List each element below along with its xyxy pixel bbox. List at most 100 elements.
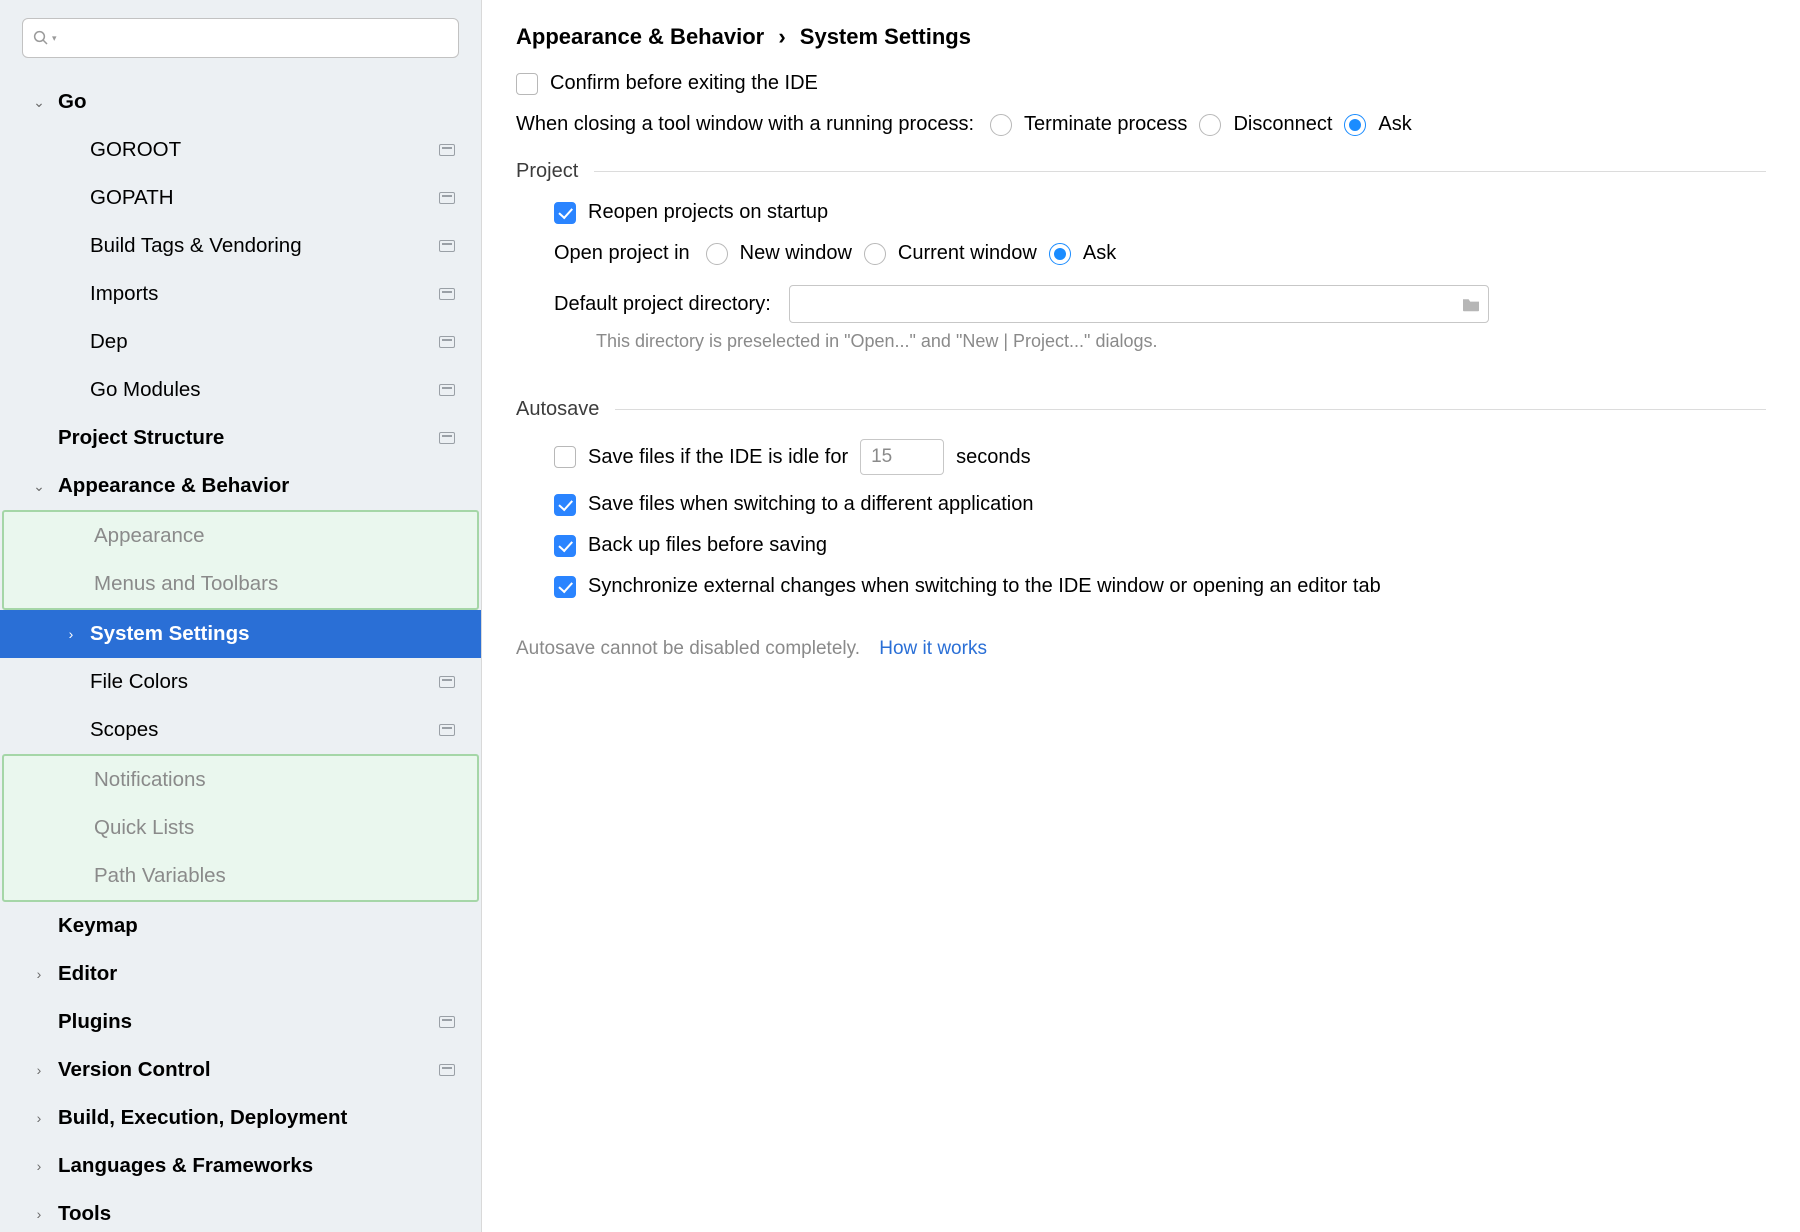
chevron-right-icon: › (30, 1207, 48, 1221)
current-window-radio[interactable] (864, 243, 886, 265)
breadcrumb-part: Appearance & Behavior (516, 24, 764, 49)
default-dir-label: Default project directory: (554, 293, 771, 316)
tree-label: Build, Execution, Deployment (58, 1108, 347, 1129)
idle-seconds-input[interactable] (860, 439, 944, 475)
sync-checkbox[interactable] (554, 576, 576, 598)
project-level-badge-icon (439, 240, 455, 252)
tree-label: File Colors (90, 672, 188, 693)
project-level-badge-icon (439, 724, 455, 736)
disconnect-label: Disconnect (1233, 113, 1332, 136)
switch-app-checkbox[interactable] (554, 494, 576, 516)
tree-node-dep[interactable]: Dep (0, 318, 481, 366)
default-dir-input[interactable] (789, 285, 1489, 323)
tree-node-build-tags[interactable]: Build Tags & Vendoring (0, 222, 481, 270)
tree-node-project-structure[interactable]: Project Structure (0, 414, 481, 462)
project-level-badge-icon (439, 1064, 455, 1076)
reopen-checkbox[interactable] (554, 202, 576, 224)
search-input[interactable] (22, 18, 459, 58)
tree-label: Version Control (58, 1060, 211, 1081)
tree-node-go[interactable]: ⌄ Go (0, 78, 481, 126)
project-section-header: Project (516, 160, 1766, 183)
tree-label: Path Variables (94, 866, 226, 887)
tree-node-editor[interactable]: › Editor (0, 950, 481, 998)
breadcrumb-part: System Settings (800, 24, 971, 49)
tree-label: Menus and Toolbars (94, 574, 278, 595)
breadcrumb-separator: › (778, 24, 785, 49)
tree-label: Dep (90, 332, 128, 353)
project-level-badge-icon (439, 1016, 455, 1028)
ask-close-radio[interactable] (1344, 114, 1366, 136)
tree-node-keymap[interactable]: Keymap (0, 902, 481, 950)
section-title: Autosave (516, 398, 599, 421)
tree-node-goroot[interactable]: GOROOT (0, 126, 481, 174)
how-it-works-link[interactable]: How it works (879, 638, 987, 659)
new-window-radio[interactable] (706, 243, 728, 265)
idle-save-post: seconds (956, 446, 1031, 469)
tree-node-file-colors[interactable]: File Colors (0, 658, 481, 706)
tree-label: Imports (90, 284, 158, 305)
tree-node-appearance-behavior[interactable]: ⌄ Appearance & Behavior (0, 462, 481, 510)
tree-node-plugins[interactable]: Plugins (0, 998, 481, 1046)
tree-node-imports[interactable]: Imports (0, 270, 481, 318)
tree-node-tools[interactable]: › Tools (0, 1190, 481, 1224)
reopen-label: Reopen projects on startup (588, 201, 828, 224)
settings-tree: ⌄ Go GOROOT GOPATH Build Tags & Vendorin… (0, 64, 481, 1224)
chevron-right-icon: › (62, 627, 80, 641)
tree-node-quick-lists[interactable]: Quick Lists (4, 804, 477, 852)
tree-label: Go (58, 92, 86, 113)
tree-node-go-modules[interactable]: Go Modules (0, 366, 481, 414)
sync-label: Synchronize external changes when switch… (588, 575, 1381, 598)
idle-save-checkbox[interactable] (554, 446, 576, 468)
tree-label: Project Structure (58, 428, 224, 449)
ask-open-radio[interactable] (1049, 243, 1071, 265)
tree-label: System Settings (90, 624, 250, 645)
terminate-label: Terminate process (1024, 113, 1187, 136)
default-dir-hint: This directory is preselected in "Open..… (596, 331, 1766, 352)
section-title: Project (516, 160, 578, 183)
confirm-exit-checkbox[interactable] (516, 73, 538, 95)
project-level-badge-icon (439, 144, 455, 156)
disconnect-radio[interactable] (1199, 114, 1221, 136)
search-icon[interactable]: ▾ (32, 29, 57, 47)
project-level-badge-icon (439, 384, 455, 396)
tree-node-appearance[interactable]: Appearance (4, 512, 477, 560)
search-box: ▾ (22, 18, 459, 58)
breadcrumb: Appearance & Behavior › System Settings (516, 24, 1766, 50)
tree-node-system-settings[interactable]: › System Settings (0, 610, 481, 658)
tree-node-lang-fw[interactable]: › Languages & Frameworks (0, 1142, 481, 1190)
tree-node-gopath[interactable]: GOPATH (0, 174, 481, 222)
folder-icon[interactable] (1461, 296, 1481, 312)
autosave-note: Autosave cannot be disabled completely. (516, 638, 860, 659)
closing-tool-label: When closing a tool window with a runnin… (516, 113, 974, 136)
tree-node-menus-toolbars[interactable]: Menus and Toolbars (4, 560, 477, 608)
tree-node-build-exec[interactable]: › Build, Execution, Deployment (0, 1094, 481, 1142)
tree-node-scopes[interactable]: Scopes (0, 706, 481, 754)
tree-label: Notifications (94, 770, 206, 791)
tree-label: Languages & Frameworks (58, 1156, 313, 1177)
tree-node-version-control[interactable]: › Version Control (0, 1046, 481, 1094)
tree-label: Appearance & Behavior (58, 476, 289, 497)
idle-save-pre: Save files if the IDE is idle for (588, 446, 848, 469)
open-project-in-label: Open project in (554, 242, 690, 265)
autosave-section-header: Autosave (516, 398, 1766, 421)
tree-label: Tools (58, 1204, 111, 1224)
tree-label: GOPATH (90, 188, 174, 209)
current-window-label: Current window (898, 242, 1037, 265)
ask-close-label: Ask (1378, 113, 1411, 136)
tree-label: Keymap (58, 916, 138, 937)
tree-label: Build Tags & Vendoring (90, 236, 302, 257)
section-divider (615, 409, 1766, 410)
confirm-exit-label: Confirm before exiting the IDE (550, 72, 818, 95)
sidebar: ▾ ⌄ Go GOROOT GOPATH Build Tags & Vendor… (0, 0, 482, 1232)
chevron-right-icon: › (30, 967, 48, 981)
tree-node-path-variables[interactable]: Path Variables (4, 852, 477, 900)
backup-checkbox[interactable] (554, 535, 576, 557)
new-window-label: New window (740, 242, 852, 265)
terminate-radio[interactable] (990, 114, 1012, 136)
chevron-right-icon: › (30, 1063, 48, 1077)
tree-node-notifications[interactable]: Notifications (4, 756, 477, 804)
chevron-right-icon: › (30, 1159, 48, 1173)
project-level-badge-icon (439, 288, 455, 300)
tree-label: Scopes (90, 720, 158, 741)
project-level-badge-icon (439, 336, 455, 348)
